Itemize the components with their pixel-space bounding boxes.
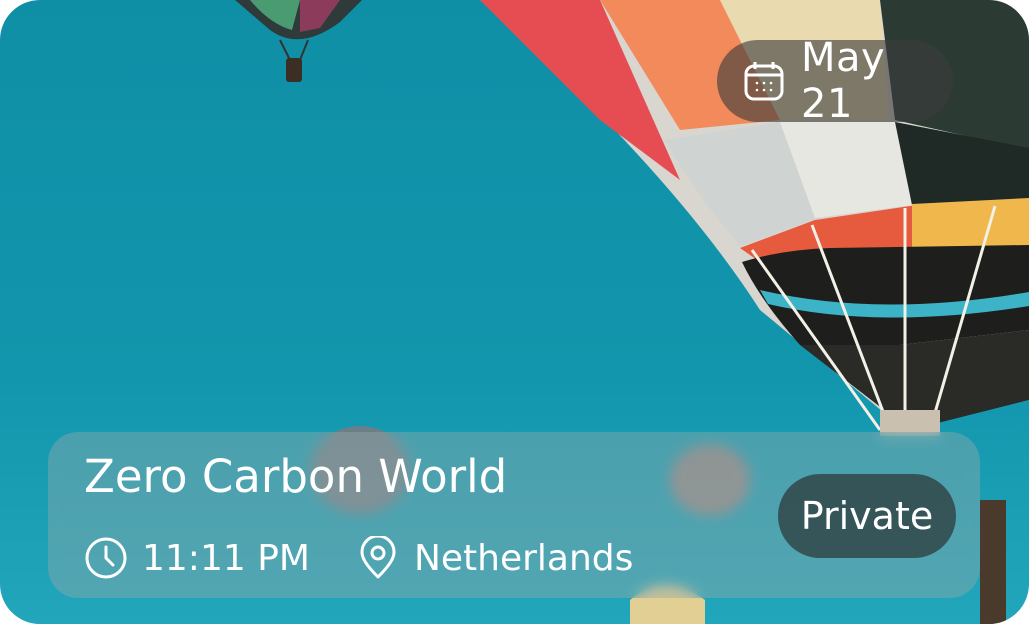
- event-time-label: 11:11 PM: [142, 537, 310, 579]
- event-time: 11:11 PM: [84, 536, 310, 580]
- event-info-panel: Zero Carbon World 11:11 PM Netherlands P…: [48, 432, 980, 598]
- date-badge: May 21: [717, 35, 953, 127]
- calendar-icon: [743, 60, 785, 102]
- map-pin-icon: [356, 536, 400, 580]
- event-date: May 21: [801, 35, 886, 127]
- event-meta: 11:11 PM Netherlands: [84, 536, 633, 580]
- privacy-badge: Private: [778, 474, 956, 558]
- clock-icon: [84, 536, 128, 580]
- event-title: Zero Carbon World: [84, 450, 508, 503]
- event-location: Netherlands: [356, 536, 633, 580]
- event-location-label: Netherlands: [413, 537, 634, 579]
- event-card[interactable]: May 21 Zero Carbon World 11:11 PM Nether…: [0, 0, 1029, 624]
